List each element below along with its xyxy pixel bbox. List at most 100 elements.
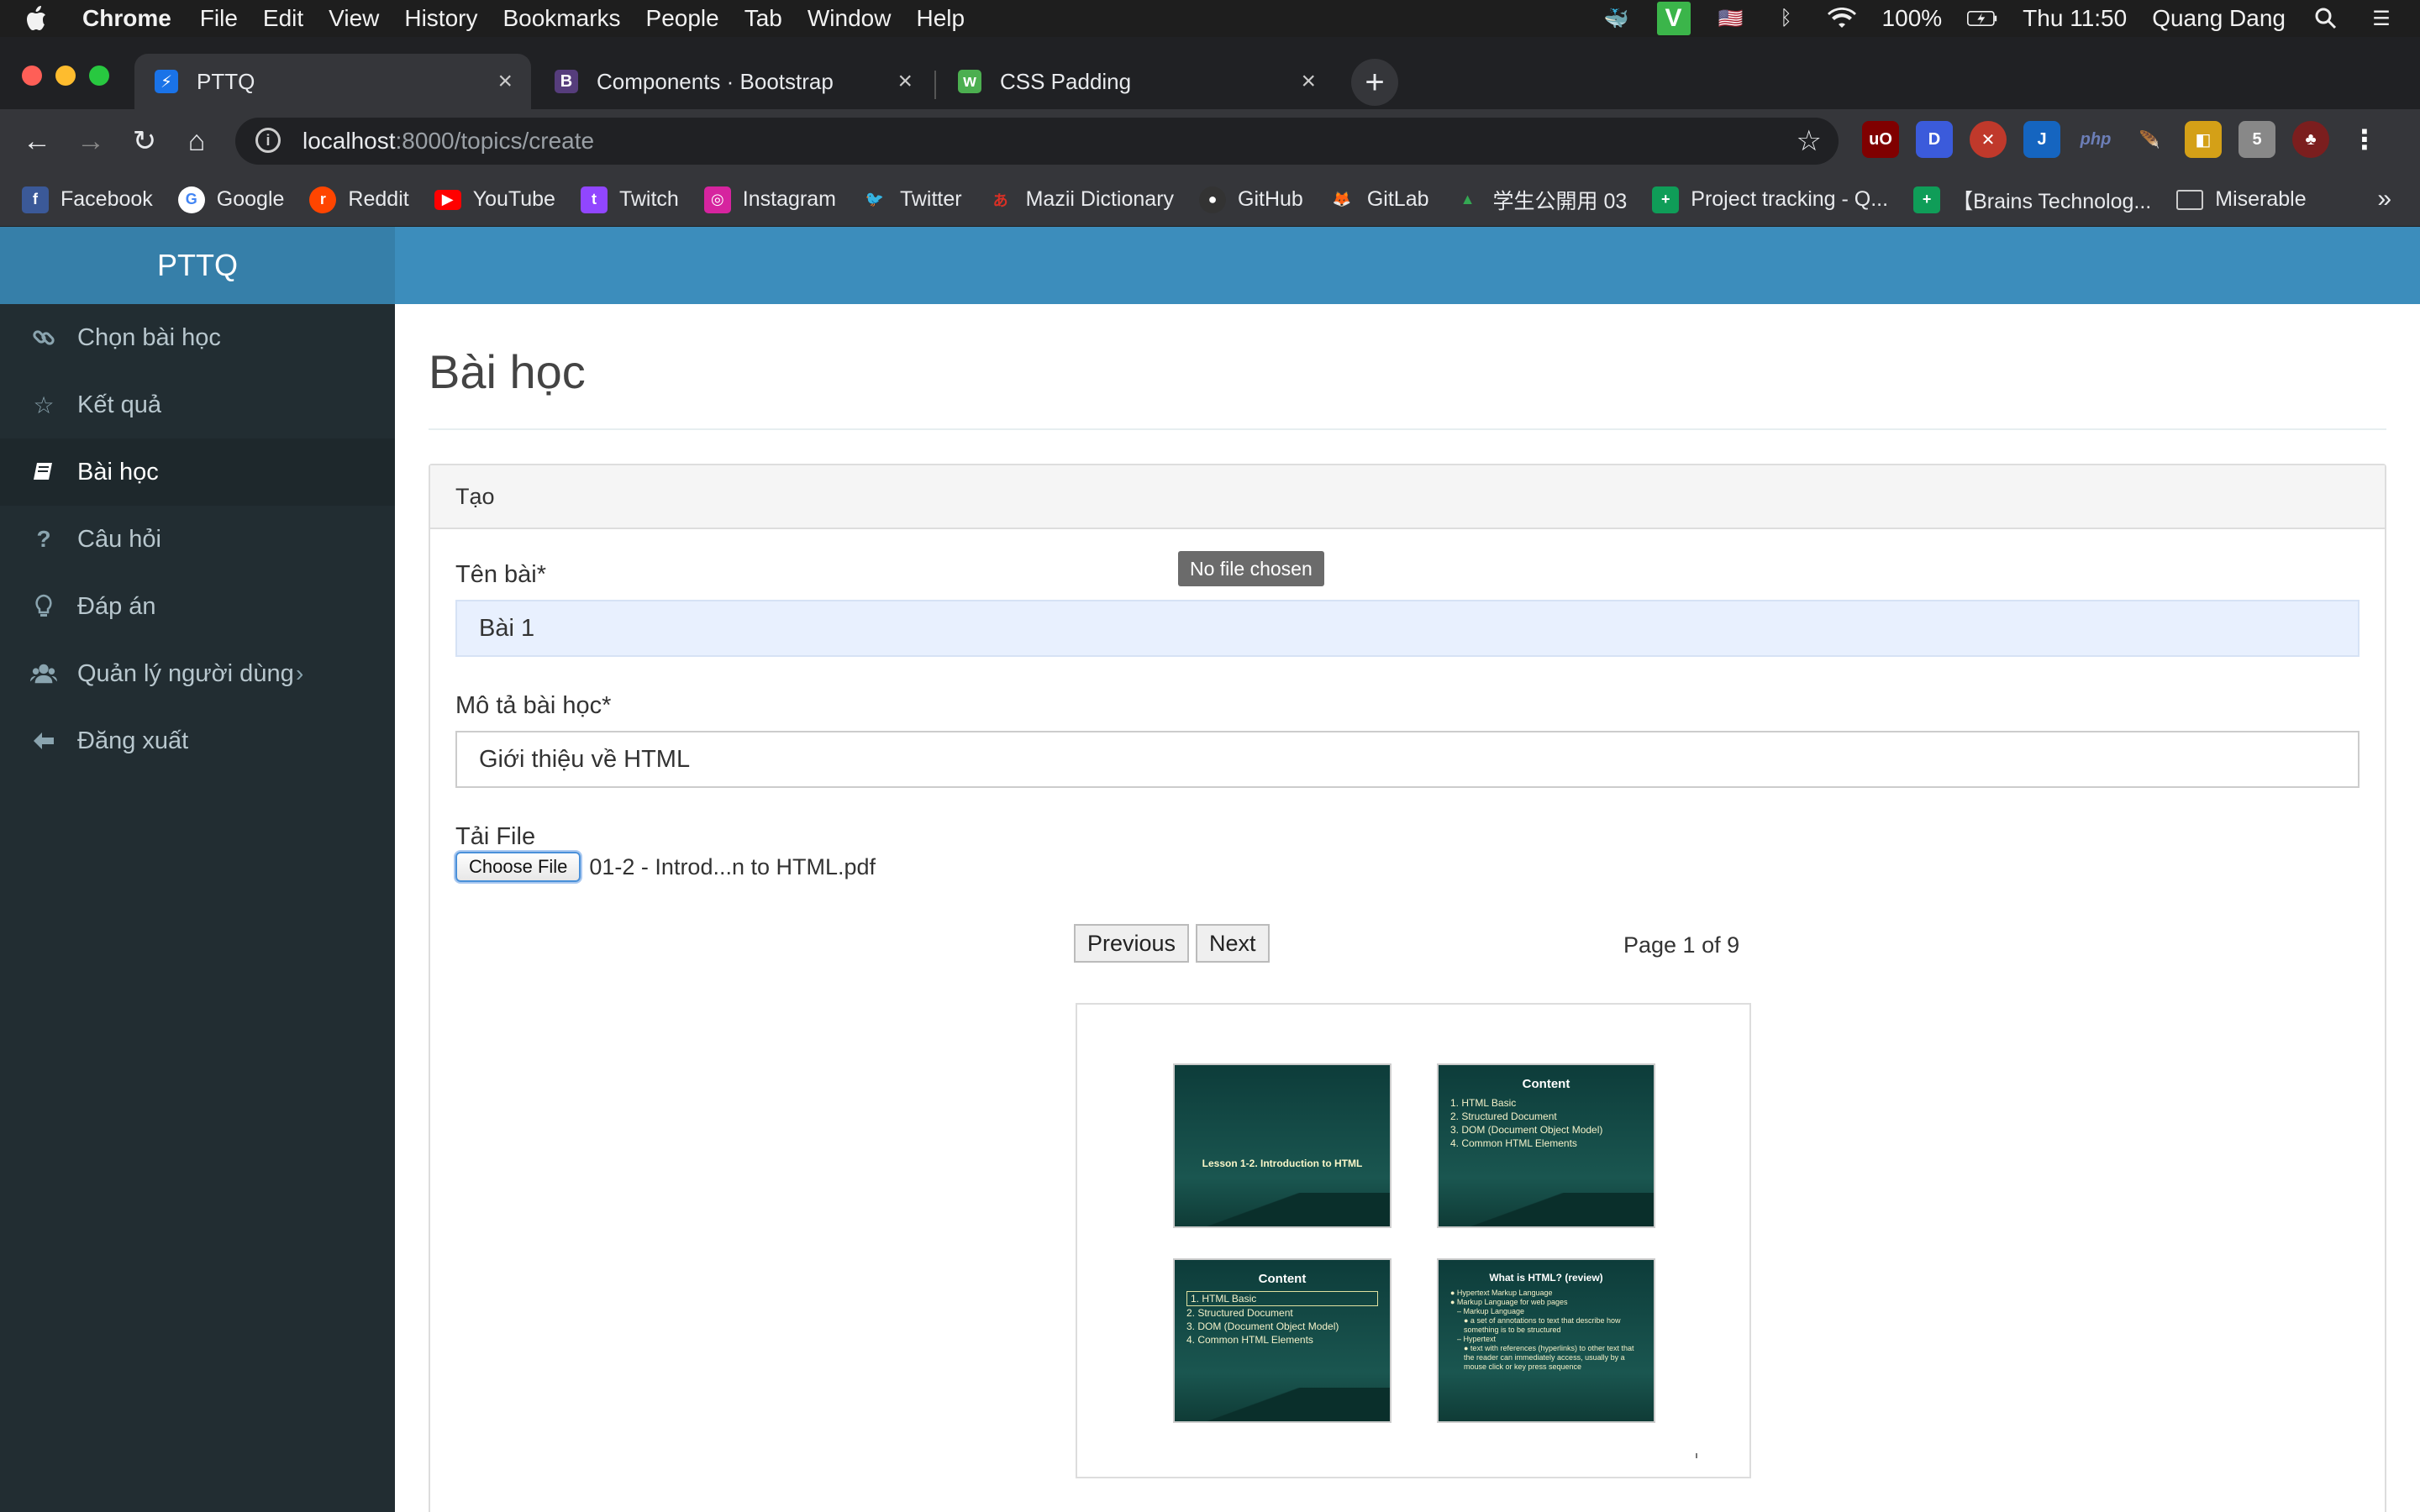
address-bar[interactable]: i localhost:8000/topics/create ☆ (235, 118, 1839, 165)
sidebar-item-results[interactable]: ☆ Kết quả (0, 371, 395, 438)
php-extension-icon[interactable]: php (2077, 121, 2114, 158)
menu-view[interactable]: View (329, 5, 379, 32)
menu-file[interactable]: File (200, 5, 238, 32)
bookmark-star-icon[interactable]: ☆ (1797, 124, 1822, 158)
profile-avatar[interactable]: ♣ (2292, 121, 2329, 158)
bookmark-twitter[interactable]: 🐦 Twitter (861, 186, 962, 213)
lightbulb-icon (30, 593, 57, 620)
next-page-button[interactable]: Next (1196, 924, 1270, 963)
bluetooth-icon[interactable]: ᛒ (1771, 6, 1802, 31)
ublock-extension-icon[interactable]: uO (1862, 121, 1899, 158)
file-input-tooltip: No file chosen (1178, 551, 1324, 586)
create-lesson-panel: Tạo Tên bài* Bài 1 Mô tả bài học* Giới t… (429, 464, 2386, 1512)
choose-file-button[interactable]: Choose File (455, 852, 581, 882)
slide-title: Content (1522, 1077, 1570, 1091)
lesson-description-label: Mô tả bài học* (455, 692, 612, 719)
reload-icon[interactable]: ↻ (126, 123, 163, 160)
tab-pttq[interactable]: ⚡ PTTQ × (134, 54, 531, 109)
sidebar-item-choose-lesson[interactable]: Chọn bài học (0, 304, 395, 371)
clock[interactable]: Thu 11:50 (2023, 5, 2127, 32)
bookmark-github[interactable]: ● GitHub (1199, 186, 1303, 213)
bookmark-reddit[interactable]: r Reddit (309, 186, 409, 213)
bookmark-label: GitLab (1366, 187, 1429, 211)
slide-line: ● Markup Language for web pages (1450, 1298, 1568, 1306)
docker-icon[interactable]: 🐳 (1602, 6, 1632, 31)
browser-tabbar: ⚡ PTTQ × B Components · Bootstrap × w CS… (0, 37, 2420, 109)
previous-page-button[interactable]: Previous (1074, 924, 1190, 963)
bookmark-google-drive[interactable]: ▲ 学生公開用 03 (1455, 185, 1628, 215)
brand-logo[interactable]: PTTQ (0, 227, 395, 304)
tab-bootstrap[interactable]: B Components · Bootstrap × (534, 54, 931, 109)
wifi-icon[interactable] (1827, 6, 1857, 31)
admin-top-navbar (395, 227, 2420, 304)
menu-history[interactable]: History (404, 5, 477, 32)
tab-css-padding[interactable]: w CSS Padding × (938, 54, 1334, 109)
pdf-preview: Lesson 1-2. Introduction to HTML Content… (1076, 1003, 1751, 1478)
bookmark-brains-technology[interactable]: + 【Brains Technolog... (1913, 185, 2151, 215)
vim-icon[interactable]: V (1656, 2, 1691, 35)
apple-icon[interactable] (24, 4, 49, 33)
window-zoom-button[interactable] (89, 66, 109, 86)
window-close-button[interactable] (22, 66, 42, 86)
extension-yellow-icon[interactable]: ◧ (2185, 121, 2222, 158)
close-tab-icon[interactable]: × (497, 67, 513, 96)
menu-window[interactable]: Window (808, 5, 892, 32)
menu-app-name[interactable]: Chrome (82, 5, 171, 32)
lesson-name-input[interactable]: Bài 1 (455, 600, 2360, 657)
back-arrow-icon[interactable]: ← (18, 123, 55, 160)
sidebar-item-lessons[interactable]: Bài học (0, 438, 395, 506)
bookmark-mazii[interactable]: あ Mazii Dictionary (987, 186, 1174, 213)
slide-body: ● Hypertext Markup Language ● Markup Lan… (1439, 1284, 1654, 1377)
dashlane-extension-icon[interactable]: D (1916, 121, 1953, 158)
bookmark-youtube[interactable]: ▶ YouTube (434, 187, 555, 212)
chrome-menu-icon[interactable]: ⋮ (2346, 121, 2383, 158)
extension-red-icon[interactable]: ✕ (1970, 121, 2007, 158)
extension-j-icon[interactable]: J (2023, 121, 2060, 158)
bookmark-label: Mazii Dictionary (1025, 187, 1175, 211)
sidebar-item-logout[interactable]: Đăng xuất (0, 707, 395, 774)
forward-arrow-icon[interactable]: → (72, 123, 109, 160)
bookmark-facebook[interactable]: f Facebook (22, 186, 153, 213)
new-tab-button[interactable]: + (1351, 59, 1398, 106)
menu-bookmarks[interactable]: Bookmarks (502, 5, 620, 32)
bookmark-project-tracking[interactable]: + Project tracking - Q... (1652, 186, 1888, 213)
bookmark-twitch[interactable]: t Twitch (580, 186, 679, 213)
macos-menubar: Chrome File Edit View History Bookmarks … (0, 0, 2420, 37)
menu-edit[interactable]: Edit (263, 5, 303, 32)
user-name[interactable]: Quang Dang (2152, 5, 2286, 32)
google-icon: G (177, 186, 205, 213)
menu-people[interactable]: People (646, 5, 719, 32)
sidebar-item-user-management[interactable]: Quản lý người dùng › (0, 640, 395, 707)
us-flag-icon[interactable]: 🇺🇸 (1716, 6, 1746, 31)
panel-heading: Tạo (430, 465, 2385, 529)
menu-tab[interactable]: Tab (744, 5, 782, 32)
bookmark-gitlab[interactable]: 🦊 GitLab (1328, 186, 1429, 213)
twitter-icon: 🐦 (865, 191, 885, 207)
sidebar-item-label: Đáp án (77, 592, 156, 620)
bookmark-label: YouTube (472, 187, 555, 211)
sidebar-item-label: Chọn bài học (77, 323, 221, 351)
more-bookmarks-chevron-icon[interactable]: » (2377, 185, 2391, 213)
menu-help[interactable]: Help (916, 5, 965, 32)
spotlight-search-icon[interactable] (2311, 6, 2341, 31)
close-tab-icon[interactable]: × (897, 67, 913, 96)
lesson-description-input[interactable]: Giới thiệu về HTML (455, 731, 2360, 788)
extension-leaf-icon[interactable]: 🪶 (2131, 121, 2168, 158)
slide-line: 2. Structured Document (1450, 1110, 1557, 1122)
bookmark-label: 学生公開用 03 (1492, 189, 1628, 213)
sidebar-item-answers[interactable]: Đáp án (0, 573, 395, 640)
site-info-icon[interactable]: i (255, 128, 281, 153)
bookmark-instagram[interactable]: ◎ Instagram (703, 186, 836, 213)
reddit-icon: r (309, 186, 337, 213)
battery-icon[interactable] (1967, 6, 1997, 31)
tab-title: PTTQ (197, 68, 255, 94)
window-minimize-button[interactable] (55, 66, 76, 86)
link-icon (30, 324, 57, 351)
sidebar-item-questions[interactable]: ? Câu hỏi (0, 506, 395, 573)
html5-extension-icon[interactable]: 5 (2238, 121, 2275, 158)
bookmark-google[interactable]: G Google (177, 186, 284, 213)
notification-center-icon[interactable]: ☰ (2366, 6, 2396, 31)
bookmark-folder-miserable[interactable]: Miserable (2176, 187, 2307, 212)
close-tab-icon[interactable]: × (1301, 67, 1316, 96)
home-icon[interactable]: ⌂ (178, 123, 215, 160)
